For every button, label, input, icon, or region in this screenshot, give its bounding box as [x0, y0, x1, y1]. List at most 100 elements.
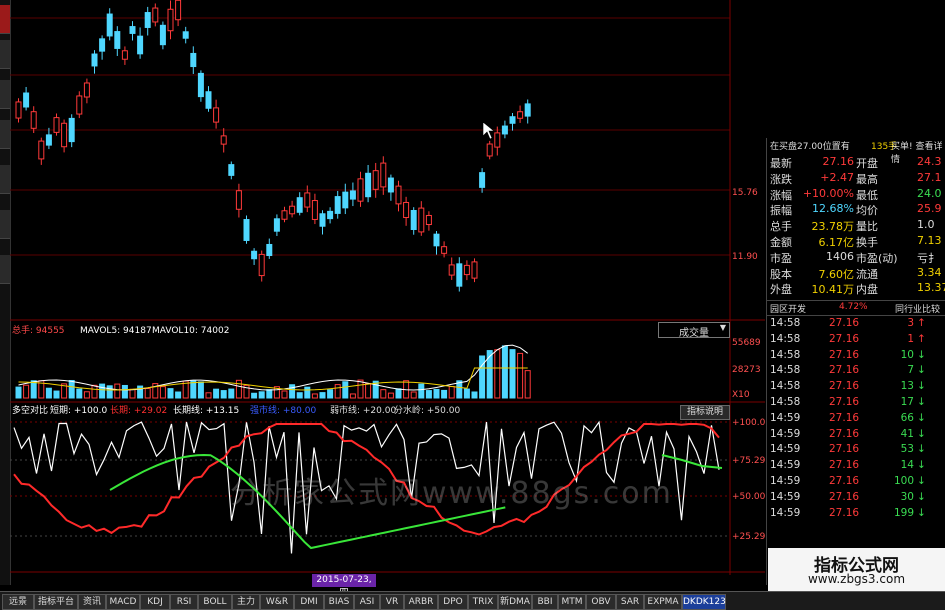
quote-label: 量比: [856, 220, 878, 234]
volume-bar: [342, 381, 349, 399]
bottom-tab[interactable]: BIAS: [324, 594, 354, 610]
bottom-tab[interactable]: DPO: [438, 594, 468, 610]
candle-body: [76, 95, 83, 115]
bottom-tab[interactable]: DKDK123: [682, 594, 726, 610]
candle-body: [266, 243, 273, 257]
tick-time: 14:59: [770, 411, 801, 424]
volume-bar: [311, 393, 318, 399]
bottom-tab[interactable]: DMI: [294, 594, 324, 610]
volume-bar: [365, 382, 372, 399]
candlestick-series: [15, 0, 531, 292]
strip-tab-2[interactable]: [0, 40, 10, 69]
bottom-tab[interactable]: RSI: [170, 594, 198, 610]
tick-time: 14:59: [770, 443, 801, 456]
bottom-tab[interactable]: SAR: [616, 594, 644, 610]
arrow-down-icon: ↓: [917, 348, 926, 361]
candle-body: [403, 201, 410, 219]
candle-body: [159, 24, 166, 46]
volume-indicator-dropdown[interactable]: 成交量 ▼: [658, 322, 730, 339]
tick-price: 27.16: [829, 490, 860, 503]
quote-row: 振幅 12.68% 均价 25.9: [767, 201, 945, 217]
tick-volume: 13: [900, 380, 914, 393]
volume-bar: [76, 388, 83, 399]
bottom-tab[interactable]: 主力: [232, 594, 260, 610]
bottom-tab[interactable]: 新DMA: [498, 594, 532, 610]
tick-price: 27.16: [829, 411, 860, 424]
arrow-up-icon: ↑: [917, 317, 926, 329]
quote-value: 25.9: [917, 202, 942, 216]
candle-body: [471, 261, 478, 279]
candle-body: [175, 0, 182, 21]
tick-price: 27.16: [829, 427, 860, 440]
volume-bar: [68, 379, 75, 399]
price-axis-label: 11.90: [732, 252, 758, 262]
volume-bar: [83, 391, 90, 399]
quote-row: 股本 7.60亿 流通 3.34: [767, 265, 945, 281]
volume-bar: [251, 392, 258, 399]
candle-body: [372, 170, 379, 190]
sector-row[interactable]: 园区开发 4.72% 同行业比较: [767, 300, 945, 316]
bottom-tab[interactable]: KDJ: [140, 594, 170, 610]
bottom-tab[interactable]: MTM: [558, 594, 586, 610]
quote-value: +2.47: [820, 170, 854, 184]
volume-bar: [53, 390, 60, 399]
bottom-tab[interactable]: EXPMA: [644, 594, 682, 610]
candle-body: [501, 125, 508, 135]
bottom-tab[interactable]: ARBR: [404, 594, 438, 610]
bottom-tab[interactable]: W&R: [260, 594, 294, 610]
bottom-tab[interactable]: 资讯: [78, 594, 106, 610]
quote-value: 7.60亿: [818, 267, 855, 281]
tick-time: 14:59: [770, 490, 801, 503]
sector-change: 4.72%: [839, 302, 868, 312]
volume-bar: [441, 389, 448, 399]
indicator-axis-label: +100.0: [732, 418, 765, 428]
strip-tab-7[interactable]: [0, 255, 10, 284]
indicator-item: 短期: +100.0: [50, 404, 107, 416]
candle-body: [289, 205, 296, 215]
candle-body: [68, 117, 75, 143]
bottom-tab[interactable]: 远景: [2, 594, 34, 610]
volume-bar: [289, 384, 296, 399]
quote-row: 涨幅 +10.00% 最低 24.0: [767, 186, 945, 202]
arrow-down-icon: ↓: [917, 459, 926, 472]
indicator-axis: +100.0 +75.29 +50.00 +25.29: [732, 418, 766, 542]
volume-bar: [395, 388, 402, 399]
volume-bar: [471, 391, 478, 399]
indicator-help-button[interactable]: 指标说明: [680, 405, 730, 420]
strip-tab-1[interactable]: [0, 5, 10, 34]
volume-bar: [524, 370, 531, 399]
quote-label: 内盘: [856, 283, 878, 297]
indicator-item: 弱市线: +20.00: [330, 404, 396, 416]
tick-time: 14:58: [770, 396, 801, 408]
bottom-tab[interactable]: ASI: [354, 594, 380, 610]
candle-body: [91, 53, 98, 67]
candle-body: [38, 140, 45, 160]
tick-row: 14:59 27.16 14 ↓: [767, 458, 945, 474]
candle-body: [114, 31, 121, 49]
bottom-tab[interactable]: MACD: [106, 594, 140, 610]
strip-tab-5[interactable]: [0, 165, 10, 194]
strip-tab-4[interactable]: [0, 120, 10, 149]
bottom-tab[interactable]: BBI: [532, 594, 558, 610]
tick-row: 14:59 27.16 66 ↓: [767, 411, 945, 427]
bottom-tab[interactable]: OBV: [586, 594, 616, 610]
bottom-tab[interactable]: 指标平台: [34, 594, 78, 610]
strip-tab-3[interactable]: [0, 80, 10, 109]
candle-body: [524, 103, 531, 117]
candle-body: [327, 210, 334, 220]
tick-volume: 17: [900, 396, 914, 408]
volume-bar: [121, 384, 128, 399]
volume-total-label: 总手: 94555: [12, 324, 65, 336]
volume-bar: [334, 384, 341, 399]
volume-bar: [517, 352, 524, 399]
candle-body: [425, 214, 432, 226]
bottom-tab[interactable]: TRIX: [468, 594, 498, 610]
industry-compare-link[interactable]: 同行业比较: [895, 302, 940, 315]
volume-bar: [494, 349, 501, 399]
strip-tab-6[interactable]: [0, 210, 10, 239]
bottom-tab[interactable]: VR: [380, 594, 404, 610]
bottom-tab[interactable]: BOLL: [198, 594, 232, 610]
candle-body: [517, 111, 524, 119]
tick-time: 14:59: [770, 427, 801, 440]
mavol10-label: MAVOL10: 74002: [152, 326, 229, 336]
